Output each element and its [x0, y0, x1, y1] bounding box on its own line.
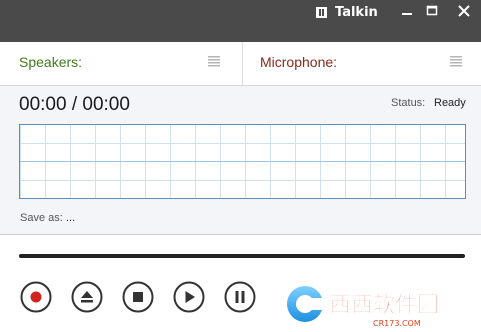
waveform-display [19, 124, 466, 199]
stop-button[interactable] [122, 281, 154, 313]
record-icon [30, 291, 42, 303]
watermark-text: 西西软件园 [329, 292, 439, 318]
play-button[interactable] [173, 281, 205, 313]
watermark: 西西软件园 CR173.COM [287, 286, 439, 328]
minimize-icon[interactable] [395, 2, 419, 22]
status-value: Ready [434, 97, 466, 109]
recorder-panel: 00:00 / 00:00 Status: Ready Save as: ... [0, 86, 481, 235]
microphone-label[interactable]: Microphone: [260, 54, 337, 70]
speakers-label[interactable]: Speakers: [19, 54, 82, 70]
watermark-site: CR173.COM [373, 319, 421, 328]
save-as-label: Save as: [20, 212, 63, 224]
maximize-icon[interactable] [420, 2, 444, 22]
pause-button[interactable] [224, 281, 256, 313]
app-logo-icon [316, 7, 327, 18]
eject-button[interactable] [71, 281, 103, 313]
pause-icon [235, 291, 239, 303]
timer-display: 00:00 / 00:00 [19, 94, 130, 115]
window-title: Talkin [335, 5, 378, 20]
title-bar: Talkin [0, 0, 481, 42]
waveform-grid [20, 125, 465, 198]
record-button[interactable] [20, 281, 52, 313]
speakers-menu-icon[interactable] [208, 55, 220, 67]
device-divider [242, 42, 243, 85]
device-bar: Speakers: Microphone: [0, 42, 481, 86]
status-label: Status: [391, 97, 426, 109]
save-as-value[interactable]: ... [66, 212, 75, 224]
microphone-menu-icon[interactable] [450, 55, 462, 67]
close-icon[interactable] [452, 2, 476, 22]
stop-icon [133, 292, 143, 302]
playback-progress-bar[interactable] [19, 254, 465, 258]
